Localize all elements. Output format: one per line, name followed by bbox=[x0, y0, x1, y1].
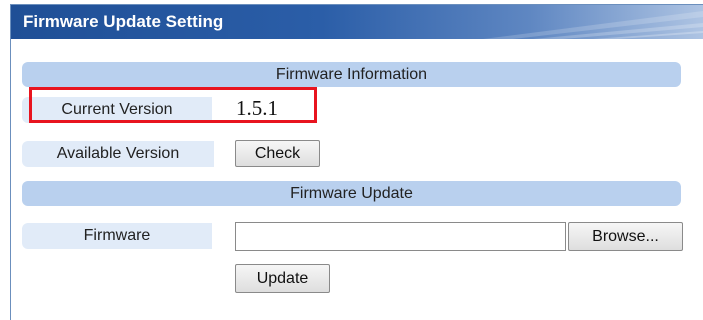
redaction-patch bbox=[372, 116, 498, 156]
firmware-information-header: Firmware Information bbox=[22, 62, 681, 87]
available-version-label: Available Version bbox=[22, 141, 214, 167]
firmware-label: Firmware bbox=[22, 223, 212, 249]
check-button[interactable]: Check bbox=[235, 140, 320, 167]
current-version-highlight bbox=[29, 87, 317, 123]
panel-header: Firmware Update Setting bbox=[11, 5, 703, 39]
firmware-update-header: Firmware Update bbox=[22, 181, 681, 206]
header-decoration bbox=[483, 11, 703, 39]
browse-button[interactable]: Browse... bbox=[568, 222, 683, 251]
update-button[interactable]: Update bbox=[235, 264, 330, 293]
panel-title: Firmware Update Setting bbox=[23, 12, 224, 31]
firmware-file-input[interactable] bbox=[235, 222, 566, 251]
